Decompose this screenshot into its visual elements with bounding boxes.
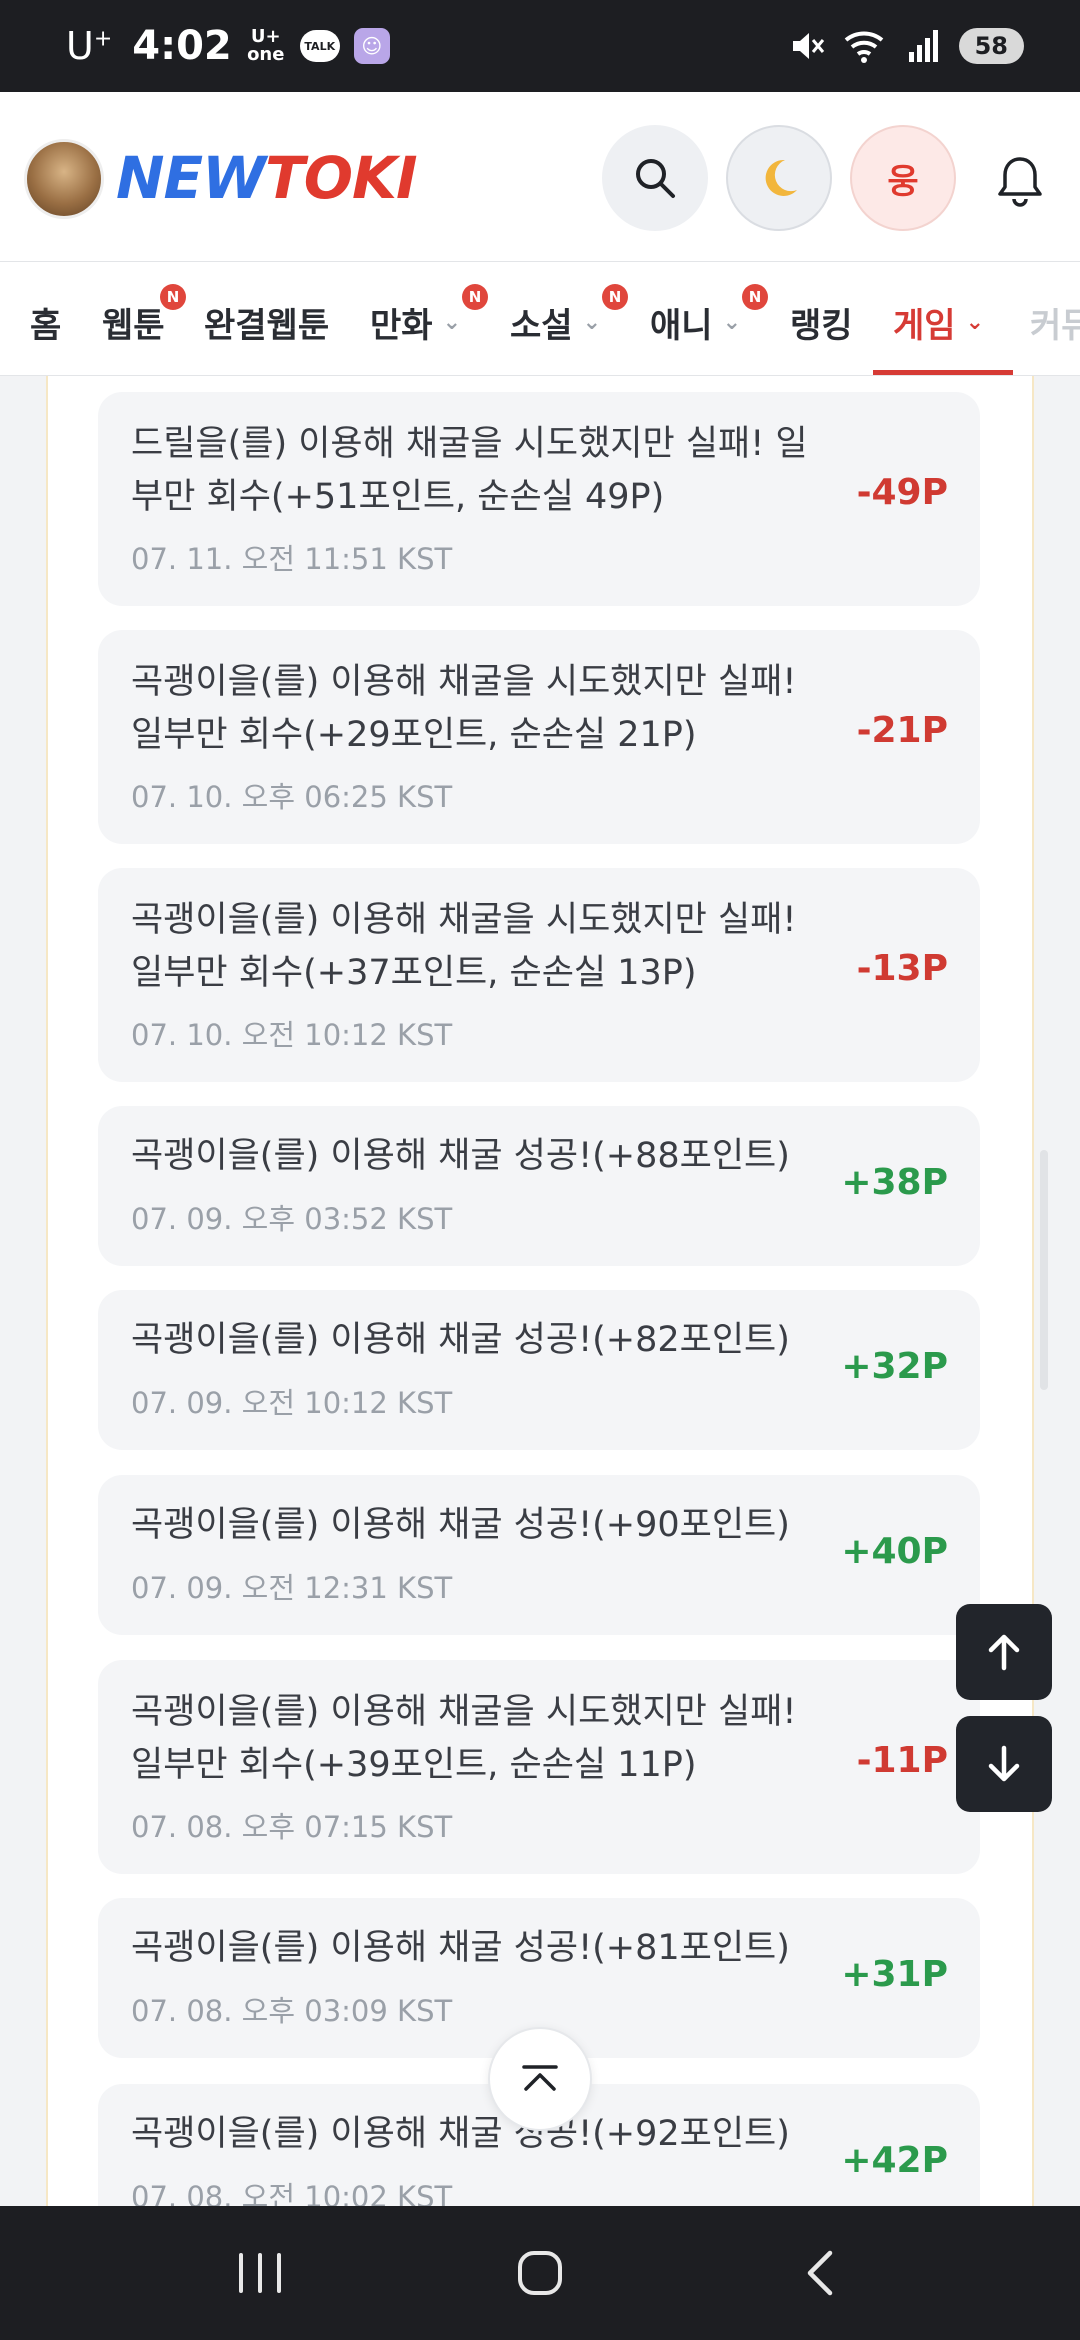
recent-apps-icon <box>239 2253 281 2293</box>
point-history-panel: 드릴을(를) 이용해 채굴을 시도했지만 실패! 일 부만 회수(+51포인트, … <box>46 376 1034 2206</box>
history-item: 드릴을(를) 이용해 채굴을 시도했지만 실패! 일 부만 회수(+51포인트, … <box>98 392 980 606</box>
new-badge: N <box>602 284 628 310</box>
status-left: U+ 4:02 U+ one TALK ☺ <box>66 23 390 69</box>
history-item: 곡괭이을(를) 이용해 채굴 성공!(+82포인트) 07. 09. 오전 10… <box>98 1290 980 1450</box>
app-notification-icon: ☺ <box>353 28 390 64</box>
arrow-down-icon <box>988 1745 1020 1782</box>
history-item-date: 07. 10. 오후 06:25 KST <box>131 780 453 814</box>
search-button[interactable] <box>602 125 708 231</box>
history-item-points: +38P <box>841 1162 948 1203</box>
tab-game[interactable]: 게임 ⌄ <box>893 298 984 347</box>
history-item-points: +32P <box>841 1346 948 1387</box>
history-item-points: -11P <box>856 1740 948 1781</box>
logo-mascot-icon[interactable] <box>24 139 104 219</box>
scrollbar[interactable] <box>1040 1150 1048 1390</box>
recent-apps-button[interactable] <box>220 2233 300 2313</box>
history-item-points: +42P <box>841 2140 948 2181</box>
history-item-text: 곡괭이을(를) 이용해 채굴 성공!(+88포인트) <box>131 1136 790 1176</box>
tab-ranking[interactable]: 랭킹 <box>790 298 853 347</box>
home-icon <box>518 2251 562 2295</box>
history-item-points: -49P <box>856 472 948 513</box>
tab-completed-webtoon[interactable]: 완결웹툰 <box>204 298 329 347</box>
carrier-label: U+ <box>66 24 113 68</box>
history-item: 곡괭이을(를) 이용해 채굴을 시도했지만 실패! 일부만 회수(+29포인트, … <box>98 630 980 844</box>
bell-icon <box>998 157 1042 207</box>
tab-anime[interactable]: 애니 ⌄ N <box>650 284 768 347</box>
notification-button[interactable] <box>990 150 1050 210</box>
tab-community[interactable]: 커뮤 <box>1030 298 1080 347</box>
history-item: 곡괭이을(를) 이용해 채굴 성공!(+88포인트) 07. 09. 오후 03… <box>98 1106 980 1266</box>
chevron-down-icon: ⌄ <box>442 310 461 335</box>
back-button[interactable] <box>780 2233 860 2313</box>
history-item: 곡괭이을(를) 이용해 채굴 성공!(+90포인트) 07. 09. 오전 12… <box>98 1475 980 1635</box>
scroll-to-top-button[interactable] <box>488 2027 592 2131</box>
history-item-date: 07. 09. 오전 10:12 KST <box>131 1386 453 1420</box>
history-item-text: 곡괭이을(를) 이용해 채굴을 시도했지만 실패! 일부만 회수(+39포인트, … <box>131 1692 797 1785</box>
chevron-down-icon: ⌄ <box>722 310 741 335</box>
signal-icon <box>908 30 938 62</box>
history-item-points: +31P <box>841 1954 948 1995</box>
history-item-date: 07. 08. 오후 07:15 KST <box>131 1810 453 1844</box>
wifi-icon <box>844 31 883 63</box>
chevron-down-icon: ⌄ <box>582 310 601 335</box>
tab-novel[interactable]: 소설 ⌄ N <box>510 284 628 347</box>
new-badge: N <box>160 284 186 310</box>
history-item-date: 07. 09. 오후 03:52 KST <box>131 1202 453 1236</box>
status-bar: U+ 4:02 U+ one TALK ☺ 58 <box>0 0 1080 92</box>
history-item-date: 07. 09. 오전 12:31 KST <box>131 1571 453 1605</box>
history-item-points: -13P <box>856 948 948 989</box>
history-item-text: 곡괭이을(를) 이용해 채굴 성공!(+81포인트) <box>131 1928 790 1968</box>
user-avatar-button[interactable]: 웅 <box>850 125 956 231</box>
history-item-text: 드릴을(를) 이용해 채굴을 시도했지만 실패! 일 부만 회수(+51포인트, … <box>131 424 808 517</box>
chevron-up-to-top-icon <box>522 2065 558 2091</box>
history-item-date: 07. 10. 오전 10:12 KST <box>131 1018 453 1052</box>
history-item-text: 곡괭이을(를) 이용해 채굴 성공!(+92포인트) <box>131 2114 790 2154</box>
arrow-up-icon <box>988 1634 1020 1671</box>
home-button[interactable] <box>500 2233 580 2313</box>
scroll-down-button[interactable] <box>956 1716 1052 1812</box>
kakaotalk-icon: TALK <box>299 30 340 62</box>
history-item-points: -21P <box>856 710 948 751</box>
dark-mode-toggle[interactable] <box>726 125 832 231</box>
search-icon <box>636 159 675 198</box>
tab-manga[interactable]: 만화 ⌄ N <box>370 284 488 347</box>
tab-home[interactable]: 홈 <box>30 298 61 347</box>
clock: 4:02 <box>132 23 232 69</box>
history-item-text: 곡괭이을(를) 이용해 채굴 성공!(+82포인트) <box>131 1320 790 1360</box>
history-item-points: +40P <box>841 1531 948 1572</box>
scroll-up-button[interactable] <box>956 1604 1052 1700</box>
history-item: 곡괭이을(를) 이용해 채굴을 시도했지만 실패! 일부만 회수(+39포인트, … <box>98 1660 980 1874</box>
new-badge: N <box>742 284 768 310</box>
chevron-down-icon: ⌄ <box>965 310 984 335</box>
history-item-text: 곡괭이을(를) 이용해 채굴을 시도했지만 실패! 일부만 회수(+29포인트, … <box>131 662 797 755</box>
status-right: 58 <box>789 28 1024 64</box>
category-nav: 홈 웹툰N 완결웹툰 만화⌄N 소설⌄N 애니⌄N 랭킹 게임⌄ 커뮤 <box>0 262 1080 376</box>
history-item-date: 07. 08. 오전 10:02 KST <box>131 2180 453 2206</box>
battery-indicator: 58 <box>958 28 1024 64</box>
tab-webtoon[interactable]: 웹툰 N <box>102 284 186 347</box>
new-badge: N <box>462 284 488 310</box>
back-icon <box>807 2250 833 2296</box>
history-item-text: 곡괭이을(를) 이용해 채굴을 시도했지만 실패! 일부만 회수(+37포인트, … <box>131 900 797 993</box>
history-item-date: 07. 08. 오후 03:09 KST <box>131 1994 453 2028</box>
history-item: 곡괭이을(를) 이용해 채굴을 시도했지만 실패! 일부만 회수(+37포인트, … <box>98 868 980 1082</box>
site-logo[interactable]: NEWTOKI <box>116 144 418 212</box>
system-nav-bar <box>0 2206 1080 2340</box>
history-item-text: 곡괭이을(를) 이용해 채굴 성공!(+90포인트) <box>131 1505 790 1545</box>
history-item-date: 07. 11. 오전 11:51 KST <box>131 542 453 576</box>
uplus-one-icon: U+ one <box>247 26 285 65</box>
site-header: NEWTOKI 웅 <box>0 92 1080 262</box>
moon-icon <box>765 159 797 196</box>
mute-icon <box>792 33 824 59</box>
